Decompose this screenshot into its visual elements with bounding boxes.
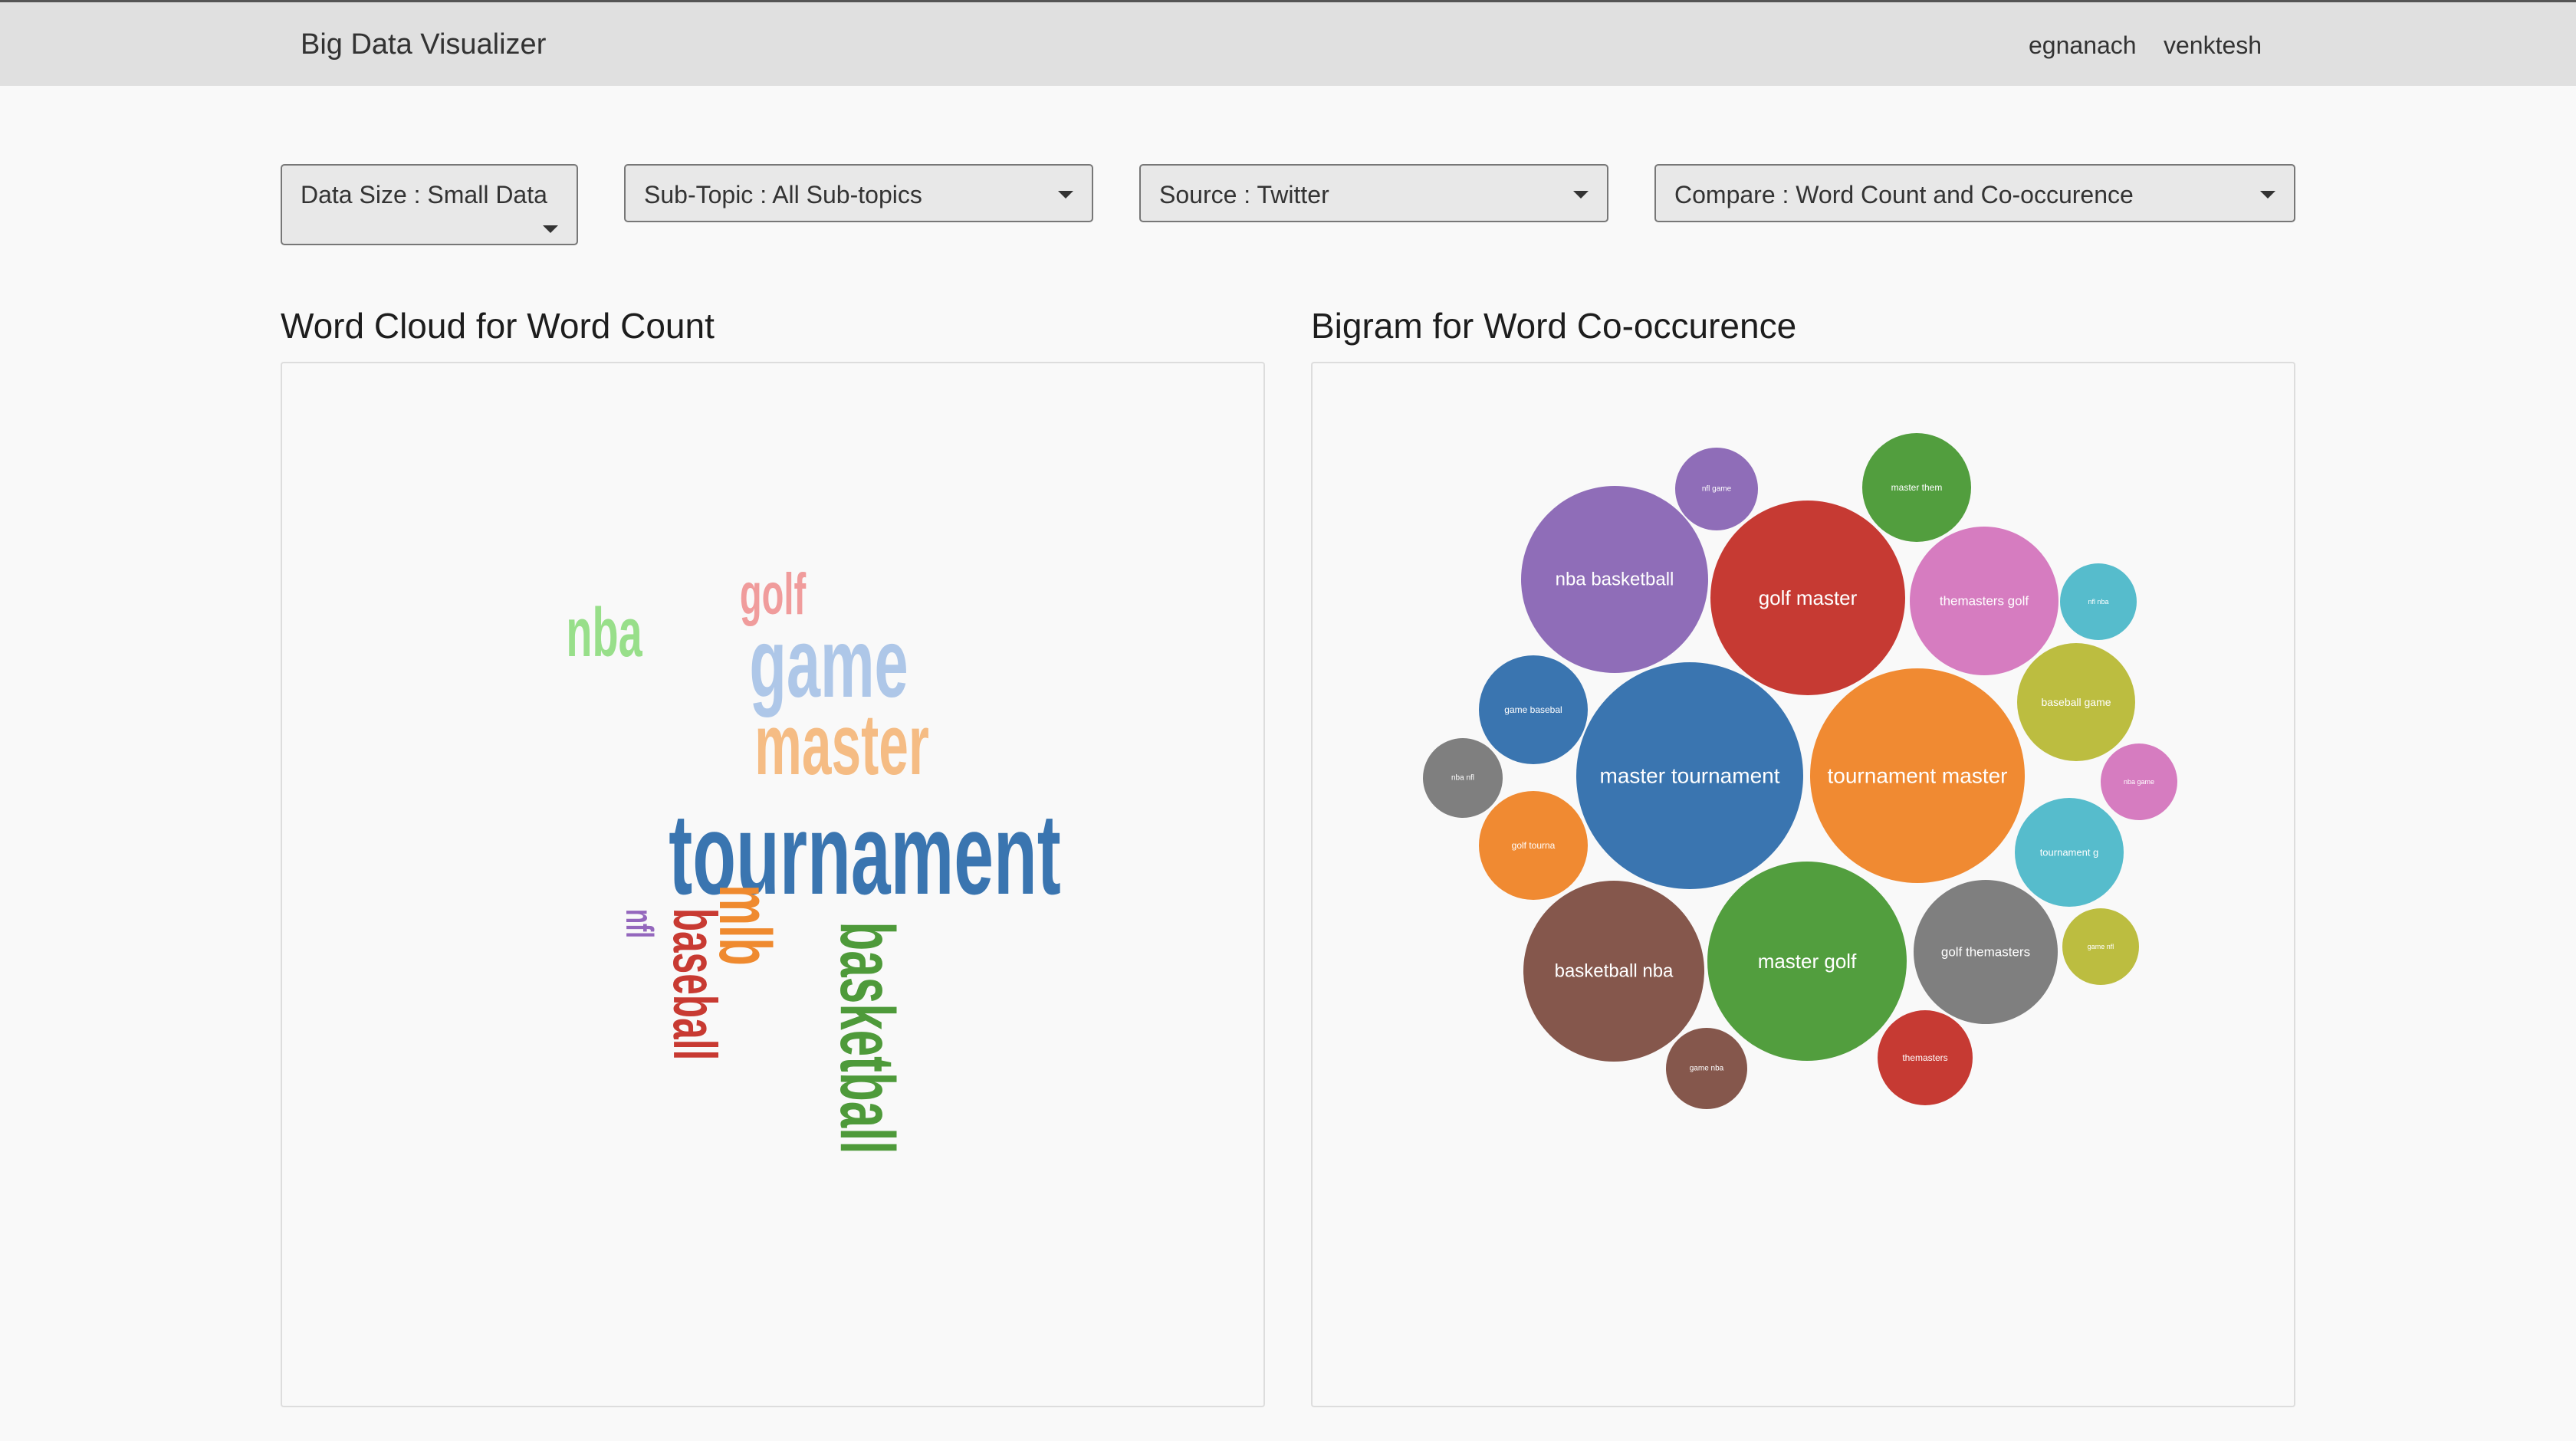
bubble-label: themasters: [1902, 1052, 1947, 1063]
bubble-label: tournament g: [2040, 847, 2099, 858]
source-label: Source : Twitter: [1159, 181, 1329, 208]
bubble-label: themasters golf: [1940, 594, 2029, 609]
bubble[interactable]: nba nfl: [1423, 738, 1503, 818]
source-dropdown[interactable]: Source : Twitter: [1139, 164, 1608, 222]
cloud-word-nba: nba: [566, 595, 642, 671]
bubble-label: nba game: [2124, 778, 2154, 786]
bubble-label: master tournament: [1600, 764, 1780, 788]
bubble-label: nfl game: [1702, 485, 1732, 494]
bubble[interactable]: nfl game: [1675, 448, 1758, 530]
navbar: Big Data Visualizer egnanach venktesh: [0, 0, 2576, 86]
bubble[interactable]: basketball nba: [1523, 881, 1704, 1062]
bubble-label: nfl nba: [2088, 598, 2108, 606]
bigram-title: Bigram for Word Co-occurence: [1311, 306, 1797, 346]
bubble[interactable]: game nfl: [2062, 908, 2139, 985]
bubble[interactable]: game nba: [1666, 1028, 1747, 1109]
bubble[interactable]: master them: [1862, 433, 1971, 542]
bubble-label: golf master: [1759, 586, 1858, 609]
bubble[interactable]: themasters: [1878, 1010, 1973, 1105]
brand-title[interactable]: Big Data Visualizer: [301, 28, 546, 61]
bubble-label: tournament master: [1828, 764, 2008, 788]
bubble-label: game nba: [1690, 1065, 1724, 1073]
chevron-down-icon: [1573, 191, 1589, 199]
data-size-label: Data Size : Small Data: [301, 181, 547, 208]
chevron-down-icon: [2260, 191, 2275, 199]
bubble-label: game nfl: [2088, 943, 2114, 950]
bubble[interactable]: nba basketball: [1521, 486, 1708, 673]
bubble-label: nba nfl: [1451, 774, 1474, 783]
bubble[interactable]: master tournament: [1576, 662, 1803, 889]
bubble-label: golf tourna: [1512, 840, 1556, 851]
cloud-word-nfl: nfl: [618, 909, 661, 938]
bigram-panel: master tournament tournament master master…: [1311, 362, 2295, 1407]
bubble[interactable]: golf master: [1710, 501, 1905, 695]
compare-dropdown[interactable]: Compare : Word Count and Co-occurence: [1654, 164, 2295, 222]
bubble[interactable]: golf themasters: [1914, 880, 2058, 1024]
bubble[interactable]: baseball game: [2017, 643, 2135, 761]
cloud-word-basketball: basketball: [824, 921, 910, 1154]
bubble-label: game basebal: [1504, 704, 1562, 715]
bubble[interactable]: themasters golf: [1910, 527, 2058, 675]
wordcloud-panel: tournament master game nba golf basketball mlb…: [281, 362, 1265, 1407]
bubble-label: baseball game: [2041, 696, 2111, 708]
bubble-chart: master tournament tournament master master…: [1423, 433, 2177, 1109]
nav-link-venktesh[interactable]: venktesh: [2164, 31, 2262, 60]
bubble[interactable]: nfl nba: [2060, 563, 2137, 640]
bubble-label: master them: [1891, 482, 1943, 493]
bubble-label: nba basketball: [1556, 570, 1674, 590]
cloud-word-golf: golf: [739, 562, 807, 627]
cloud-word-game: game: [749, 609, 909, 718]
bubble-label: master golf: [1758, 950, 1857, 973]
nav-link-egnanach[interactable]: egnanach: [2029, 31, 2137, 60]
wordcloud-title: Word Cloud for Word Count: [281, 306, 715, 346]
bubble-label: golf themasters: [1941, 945, 2030, 960]
chevron-down-icon: [1058, 191, 1073, 199]
bubble[interactable]: nba game: [2101, 743, 2177, 820]
bubble[interactable]: golf tourna: [1479, 791, 1588, 900]
bubble[interactable]: master golf: [1707, 862, 1907, 1061]
bubble-label: basketball nba: [1555, 961, 1674, 982]
bubble[interactable]: tournament master: [1810, 668, 2025, 883]
bubble[interactable]: game basebal: [1479, 655, 1588, 764]
sub-topic-dropdown[interactable]: Sub-Topic : All Sub-topics: [624, 164, 1093, 222]
chevron-down-icon: [543, 225, 558, 233]
sub-topic-label: Sub-Topic : All Sub-topics: [644, 181, 922, 208]
bubble[interactable]: tournament g: [2015, 798, 2124, 907]
cloud-word-baseball: baseball: [661, 908, 729, 1061]
data-size-dropdown[interactable]: Data Size : Small Data: [281, 164, 578, 245]
compare-label: Compare : Word Count and Co-occurence: [1674, 181, 2134, 208]
